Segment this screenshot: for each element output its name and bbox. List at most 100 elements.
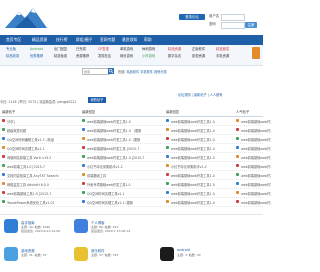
sub-link[interactable]: 精品资源 [168,47,181,52]
sub-link[interactable]: CP发现 [98,47,109,52]
sub-link[interactable]: 优秀推荐 [30,54,43,59]
table-row[interactable]: 分享] web前端基础web开发工具1.0 web前端基础web开发工具1.0 web… [0,117,271,126]
sub-link[interactable]: 影视资源 [192,54,205,59]
table-cell[interactable]: 文档内容批量工具 AnyTXT Searchi [7,173,83,178]
table-cell[interactable]: 网络监控工具 AdvIntH 6.0.0 [7,182,83,187]
table-cell[interactable]: TweakPower系统优化工具v1.07 [7,200,83,205]
table-cell[interactable]: web前端基础web开发工具 [2015-7 [87,146,167,151]
sub-link[interactable]: 发现社区 [98,54,111,59]
table-cell[interactable]: web前端基础web开发工具1.0 [171,191,237,196]
table-row[interactable]: QQ空间时间清理工具v1.1 web前端基础web开发工具 [2015-7 web前… [0,144,271,153]
table-cell[interactable]: web前端基础web开发工具1.0 [171,128,237,133]
username-input[interactable] [221,14,245,21]
table-row[interactable]: web前端工具1.0 [2015-7 小红书评论采集助手v1.2 小红书评论采集助手… [0,162,271,171]
nav-item-help[interactable]: 帮助 [144,35,152,45]
nav-item-home[interactable]: 首页专区 [6,35,21,45]
table-cell[interactable]: web前端基础web开发工具1.0 [241,128,271,133]
hot-word[interactable]: 其他分类 [154,70,167,74]
search-button[interactable] [108,68,114,74]
row-bullet-icon [2,119,5,122]
hot-word[interactable]: 精品软件 [126,70,139,74]
table-cell[interactable]: web前端基础web开发工具1.0 [171,119,237,124]
forum-card[interactable]: android 主题: 3, 帖数: 30 [160,247,230,265]
sub-link[interactable]: 数字杂志 [168,54,181,59]
table-row[interactable]: 网络监控工具 AdvIntH 6.0.0 外卖专项基础web开发工具1.0 web前… [0,180,271,189]
table-cell[interactable]: 超级家居问题 [7,128,83,133]
sub-link[interactable]: 出门回复 [54,47,67,52]
nav-item-groups[interactable]: 群组/圈子 [76,35,92,45]
forum-card[interactable]: 音乐软件 主题: 37, 帖数: 745 [74,247,144,265]
nav-item-bounty[interactable]: 悬赏须知 [122,35,137,45]
site-logo[interactable] [3,4,59,30]
table-row[interactable]: web前端基础工具1.0 [2015-7 QQ空间时间清理工具v1.1 web前端基… [0,189,271,198]
table-cell[interactable]: QQ空间代码编辑工具v1.3（精品 [7,137,83,142]
table-cell[interactable]: web前端基础web开发工具1.0 [241,164,271,169]
table-cell[interactable]: web前端基础web开发工具1.0 [241,182,271,187]
forum-card-title[interactable]: android [177,248,190,252]
login-panel: 登录论坛 用户名 密码 注册 [179,14,259,36]
table-row[interactable]: TweakPower系统优化工具v1.07 QQ空间时间清理工具v1.1 (更新 w… [0,198,271,207]
table-cell[interactable]: web前端基础web开发工具1.0 [241,146,271,151]
table-cell[interactable]: web前端基础web开发工具1.0 [2015-7 [87,155,167,160]
table-cell[interactable]: web前端基础web开发工具1.0 [171,173,237,178]
table-cell[interactable]: 小红书评论采集助手v1.2 [171,164,237,169]
table-cell[interactable]: web前端基础web开发工具1.0 [171,200,237,205]
table-cell[interactable]: web前端基础web开发工具1.0 [241,119,271,124]
table-cell[interactable]: QQ空间时间清理工具v1.1 [87,191,167,196]
table-cell[interactable]: web前端基础web开发工具1.0 [87,119,167,124]
table-cell[interactable]: 小红书评论采集助手v1.2 [87,164,167,169]
sub-link[interactable]: 资源推荐 [76,54,89,59]
sub-link[interactable]: 网页游戏 [120,54,133,59]
column-header: 最新回复 [82,110,96,114]
login-button[interactable]: 登录论坛 [179,14,205,20]
forum-links[interactable]: 论坛规则 | 最新帖子 | 人人都有 [178,92,222,97]
forum-card[interactable]: 个人博客 主题: 89, 帖数: 221 最后发表: 2020-7-13 06:… [74,219,144,237]
forum-card[interactable]: 游戏资源 主题: 31, 帖数: 70 [4,247,74,265]
table-cell[interactable]: 外卖专项基础web开发工具1.0 [87,182,167,187]
table-cell[interactable]: QQ空间时间清理工具v1.1 [7,146,83,151]
register-button[interactable]: 注册 [245,22,257,28]
table-cell[interactable]: web前端基础web开发工具1.0 [171,182,237,187]
table-cell[interactable]: 分享] [7,119,83,124]
search-input[interactable] [82,68,110,75]
table-cell[interactable]: web前端基础web开发工具1.0 [171,155,237,160]
table-cell[interactable]: web前端工具1.0 [2015-7 [7,164,83,169]
my-posts-button[interactable]: 我的帖子 [88,97,106,103]
sub-link[interactable]: 精品收录 [6,54,19,59]
sub-link[interactable]: 手机资源 [216,54,229,59]
table-cell[interactable]: web前端基础web开发工具1.0（更新 [87,137,167,142]
sub-link[interactable]: 小时游戏 [142,54,155,59]
password-input[interactable] [221,22,245,29]
sub-link[interactable]: 单机游戏 [120,47,133,52]
table-row[interactable]: 文档内容批量工具 AnyTXT Searchi 前端基础工具 web前端基础web开… [0,171,271,180]
hot-word[interactable]: 手机软件 [140,70,153,74]
table-cell[interactable]: web前端基础web开发工具1.0 [241,155,271,160]
table-cell[interactable]: web前端基础web开发工具1.0 [241,191,271,196]
promo-badge[interactable] [252,47,260,59]
table-cell[interactable]: web前端基础web开发工具1.0 [241,137,271,142]
table-row[interactable]: 超级家居问题 web前端基础web开发工具1.0 （更新 web前端基础web开发工… [0,126,271,135]
sub-link[interactable]: Android [30,47,43,52]
nav-item-resources[interactable]: 精品资源 [32,35,47,45]
sub-link[interactable]: 正版软件 [192,47,205,52]
table-row[interactable]: QQ空间代码编辑工具v1.3（精品 web前端基础web开发工具1.0（更新 web… [0,135,271,144]
table-cell[interactable]: web前端基础web开发工具1.0 [171,146,237,151]
forum-card[interactable]: 高手指南 主题: 40, 帖数: 1990 最后发表: 2023-8-10 12… [4,219,74,237]
table-cell[interactable]: QQ空间时间清理工具v1.1 (更新 [87,200,167,205]
table-cell[interactable]: 前端基础工具 [87,173,167,178]
sub-link[interactable]: 已完成 [76,47,86,52]
table-cell[interactable]: web前端基础web开发工具1.0 （更新 [87,128,167,133]
table-cell[interactable]: web前端基础web开发工具1.0 [241,200,271,205]
sub-link[interactable]: 专业版 [6,47,16,52]
nav-item-topics[interactable]: 宣网专题 [100,35,115,45]
table-cell[interactable]: 商城网站前端工具 Vertr v19.2 [7,155,83,160]
row-bullet-icon [2,191,5,194]
sub-link[interactable]: 休闲游戏 [142,47,155,52]
sub-link[interactable]: 精选免费 [54,54,67,59]
table-row[interactable]: 商城网站前端工具 Vertr v19.2 web前端基础web开发工具1.0 [2… [0,153,271,162]
table-cell[interactable]: web前端基础web开发工具1.0 [241,173,271,178]
nav-item-ranking[interactable]: 技行榜 [56,35,67,45]
table-cell[interactable]: web前端基础工具1.0 [2015-7 [7,191,83,196]
sub-link[interactable]: 精选悬赏 [216,47,229,52]
table-cell[interactable]: web前端基础web开发工具1.0 [171,137,237,142]
